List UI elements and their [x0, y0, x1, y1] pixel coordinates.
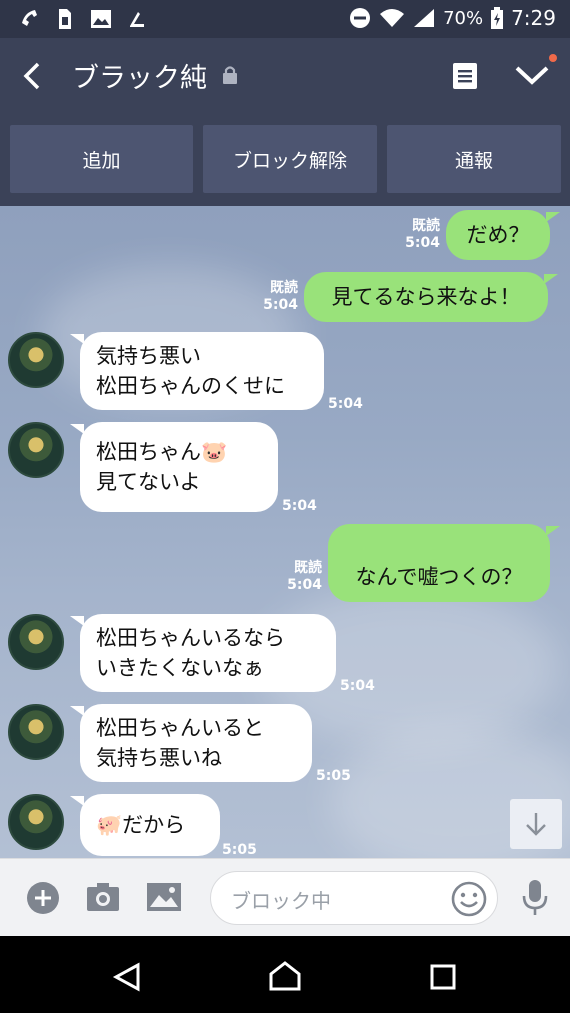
message-time: 5:04	[328, 396, 363, 412]
report-button[interactable]: 通報	[387, 125, 561, 193]
bubble-tail	[546, 526, 560, 536]
message-line: いきたくないなぁ	[96, 656, 264, 680]
emoji-icon	[451, 881, 487, 917]
notification-dot	[549, 54, 557, 62]
plus-icon	[27, 882, 59, 914]
menu-toggle-button[interactable]	[514, 60, 550, 94]
nfc-icon	[126, 8, 148, 30]
avatar[interactable]	[8, 422, 64, 478]
message-text: だめ？	[466, 223, 530, 247]
message-line: 気持ち悪い	[96, 344, 201, 368]
message-time: 5:04	[287, 577, 322, 593]
bubble-tail	[544, 274, 558, 284]
message-text: なんで嘘つくの？	[355, 565, 523, 589]
battery-percent: 70%	[443, 7, 484, 29]
back-icon	[23, 62, 40, 90]
emoji-button[interactable]	[451, 881, 487, 921]
message-text: 見てるなら来なよ！	[331, 285, 521, 309]
mic-button[interactable]	[520, 879, 550, 921]
avatar[interactable]	[8, 794, 64, 850]
back-button[interactable]	[16, 58, 50, 94]
bubble-tail	[546, 212, 560, 222]
message-input-placeholder: ブロック中	[231, 889, 331, 913]
avatar[interactable]	[8, 704, 64, 760]
chevron-down-icon	[515, 66, 549, 85]
camera-icon	[87, 883, 119, 911]
signal-icon	[413, 8, 435, 28]
message-line: 見てないよ	[96, 470, 201, 494]
add-friend-button[interactable]: 追加	[10, 125, 193, 193]
plus-button[interactable]	[26, 881, 60, 919]
read-receipt: 既読	[412, 218, 440, 234]
message-meta: 既読 5:04	[256, 280, 298, 314]
message-line: 松田ちゃん	[96, 440, 201, 464]
image-icon	[90, 8, 112, 30]
chat-area[interactable]: 既読 5:04 だめ？ 既読 5:04 見てるなら来なよ！ 気持ち悪い 松田ちゃ…	[0, 206, 570, 858]
message-bubble-sent[interactable]: 見てるなら来なよ！	[304, 272, 548, 322]
unblock-button[interactable]: ブロック解除	[203, 125, 377, 193]
scroll-down-icon	[526, 813, 546, 836]
sim-icon	[54, 8, 76, 30]
message-line: 気持ち悪いね	[96, 746, 222, 770]
avatar[interactable]	[8, 332, 64, 388]
message-input[interactable]: ブロック中	[210, 871, 498, 925]
message-line: 松田ちゃんいると	[96, 716, 264, 740]
memo-icon	[453, 63, 477, 89]
clock: 7:29	[511, 6, 556, 30]
chat-header: ブラック純	[0, 38, 570, 114]
message-bubble-sent[interactable]: だめ？	[446, 210, 550, 260]
pig-emoji: 🐖	[96, 813, 123, 837]
pig-emoji: 🐷	[201, 440, 228, 464]
message-time: 5:05	[316, 768, 351, 784]
message-line: だから	[122, 813, 186, 837]
scroll-to-bottom-button[interactable]	[510, 799, 562, 849]
message-bubble-received[interactable]: 松田ちゃん🐷 見てないよ	[80, 422, 278, 512]
nav-back-icon	[112, 962, 140, 992]
battery-icon	[491, 7, 504, 29]
nav-home-button[interactable]	[268, 960, 302, 996]
message-time: 5:04	[405, 235, 440, 251]
message-meta: 既読 5:04	[282, 560, 322, 594]
gallery-icon	[147, 883, 181, 911]
read-receipt: 既読	[294, 560, 322, 576]
message-time: 5:04	[340, 678, 375, 694]
nav-home-icon	[269, 961, 301, 991]
nav-recents-icon	[430, 964, 456, 990]
avatar[interactable]	[8, 614, 64, 670]
wifi-calling-icon	[18, 8, 40, 30]
status-bar: 70% 7:29	[0, 0, 570, 38]
message-time: 5:05	[222, 842, 257, 858]
chat-title: ブラック純	[72, 63, 207, 94]
message-line: 松田ちゃんのくせに	[96, 374, 285, 398]
gallery-button[interactable]	[146, 881, 182, 917]
action-bar: 追加 ブロック解除 通報	[0, 114, 570, 206]
message-bubble-received[interactable]: 🐖だから	[80, 794, 220, 856]
message-line: 松田ちゃんいるなら	[96, 626, 285, 650]
nav-recents-button[interactable]	[430, 964, 456, 994]
memo-button[interactable]	[452, 62, 478, 94]
wifi-icon	[379, 8, 405, 28]
mic-icon	[522, 880, 548, 915]
message-time: 5:04	[282, 498, 317, 514]
nav-back-button[interactable]	[112, 962, 142, 996]
message-bubble-sent[interactable]: なんで嘘つくの？	[328, 524, 550, 602]
message-bubble-received[interactable]: 松田ちゃんいると 気持ち悪いね	[80, 704, 312, 782]
lock-icon	[222, 65, 238, 89]
camera-button[interactable]	[86, 881, 120, 917]
input-bar: ブロック中	[0, 858, 570, 936]
system-nav-bar	[0, 936, 570, 1013]
message-bubble-received[interactable]: 気持ち悪い 松田ちゃんのくせに	[80, 332, 324, 410]
read-receipt: 既読	[270, 280, 298, 296]
dnd-icon	[349, 7, 371, 29]
message-time: 5:04	[263, 297, 298, 313]
message-meta: 既読 5:04	[400, 218, 440, 252]
message-bubble-received[interactable]: 松田ちゃんいるなら いきたくないなぁ	[80, 614, 336, 692]
